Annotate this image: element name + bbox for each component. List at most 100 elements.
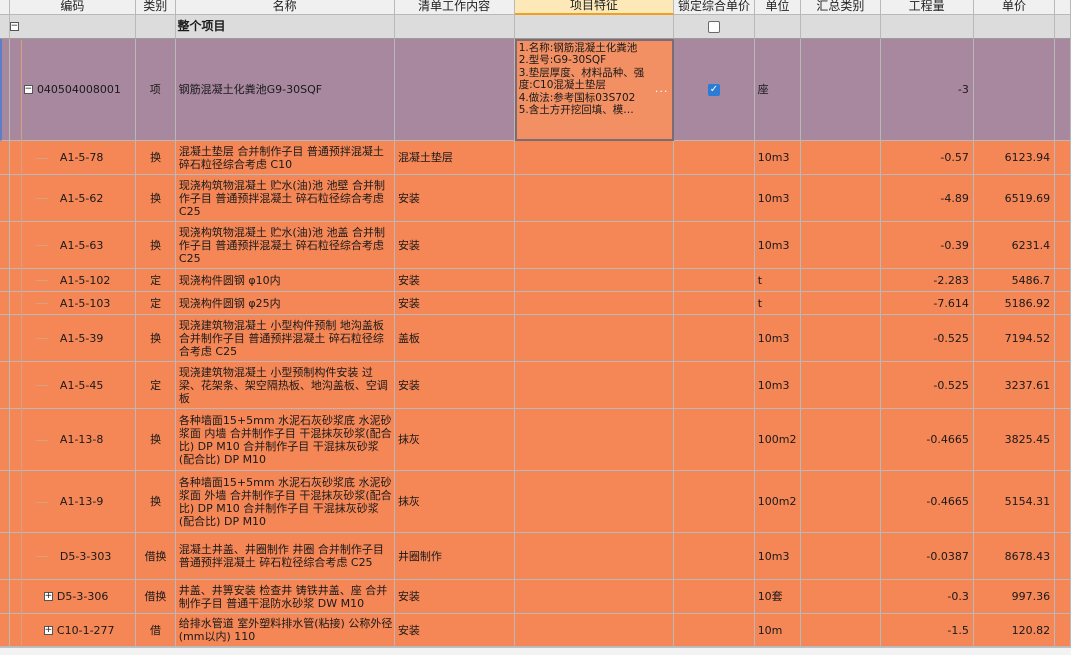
item-spec[interactable] — [514, 580, 675, 614]
item-price[interactable]: 3237.61 — [973, 362, 1056, 409]
table-row[interactable]: A1-13-8 换各种墙面15+5mm 水泥石灰砂浆底 水泥砂浆面 内墙 合并制作… — [0, 409, 1071, 471]
item-quantity[interactable]: -0.39 — [880, 222, 974, 269]
item-work[interactable]: 安装 — [394, 269, 515, 292]
item-work[interactable]: 安装 — [394, 580, 515, 614]
item-name[interactable]: 给排水管道 室外塑料排水管(粘接) 公称外径(mm以内) 110 — [175, 614, 395, 647]
main-name[interactable]: 钢筋混凝土化粪池G9-30SQF — [175, 39, 395, 141]
main-quantity[interactable]: -3 — [880, 39, 974, 141]
table-row[interactable]: + C10-1-277 借给排水管道 室外塑料排水管(粘接) 公称外径(mm以内) … — [0, 614, 1071, 647]
item-work[interactable]: 盖板 — [394, 315, 515, 362]
item-quantity[interactable]: -0.525 — [880, 315, 974, 362]
item-name[interactable]: 现浇构筑物混凝土 贮水(油)池 池盖 合并制作子目 普通预拌混凝土 碎石粒径综合… — [175, 222, 395, 269]
header-unit[interactable]: 单位 — [754, 0, 802, 15]
group-lock-checkbox[interactable] — [707, 20, 720, 33]
table-row[interactable]: A1-5-102 定现浇构件圆钢 φ10内 安装 t -2.283 5486.7 — [0, 269, 1071, 292]
item-spec[interactable] — [514, 409, 675, 471]
item-name[interactable]: 现浇构筑物混凝土 贮水(油)池 池壁 合并制作子目 普通预拌混凝土 碎石粒径综合… — [175, 175, 395, 222]
item-quantity[interactable]: -4.89 — [880, 175, 974, 222]
item-price[interactable]: 5186.92 — [973, 292, 1056, 315]
table-row[interactable]: A1-5-103 定现浇构件圆钢 φ25内 安装 t -7.614 5186.92 — [0, 292, 1071, 315]
item-work[interactable]: 安装 — [394, 222, 515, 269]
horizontal-scrollbar[interactable] — [0, 647, 1071, 655]
item-work[interactable]: 井圈制作 — [394, 533, 515, 580]
item-spec[interactable] — [514, 362, 675, 409]
item-spec[interactable] — [514, 471, 675, 533]
item-work[interactable]: 抹灰 — [394, 409, 515, 471]
header-quantity[interactable]: 工程量 — [880, 0, 974, 15]
table-row[interactable]: A1-5-45 定现浇建筑物混凝土 小型预制构件安装 过梁、花架条、架空隔热板、地… — [0, 362, 1071, 409]
item-name[interactable]: 现浇构件圆钢 φ10内 — [175, 269, 395, 292]
main-item-row[interactable]: − 040504008001 项 钢筋混凝土化粪池G9-30SQF 1.名称:钢… — [0, 39, 1071, 141]
item-spec[interactable] — [514, 292, 675, 315]
main-spec-cell[interactable]: 1.名称:钢筋混凝土化粪池 2.型号:G9-30SQF 3.垫层厚度、材料品种、… — [514, 39, 675, 141]
table-row[interactable]: A1-5-39 换现浇建筑物混凝土 小型构件预制 地沟盖板 合并制作子目 普通预拌… — [0, 315, 1071, 362]
header-type[interactable]: 类别 — [135, 0, 176, 15]
item-quantity[interactable]: -1.5 — [880, 614, 974, 647]
table-row[interactable]: A1-5-63 换现浇构筑物混凝土 贮水(油)池 池盖 合并制作子目 普通预拌混凝… — [0, 222, 1071, 269]
item-name[interactable]: 井盖、井箅安装 检查井 铸铁井盖、座 合并制作子目 普通干混防水砂浆 DW M1… — [175, 580, 395, 614]
item-price[interactable]: 120.82 — [973, 614, 1056, 647]
item-work[interactable]: 安装 — [394, 175, 515, 222]
item-quantity[interactable]: -7.614 — [880, 292, 974, 315]
main-work[interactable] — [394, 39, 515, 141]
item-quantity[interactable]: -0.4665 — [880, 409, 974, 471]
collapse-icon[interactable]: − — [23, 85, 33, 94]
collapse-icon[interactable]: − — [9, 22, 19, 31]
item-spec[interactable] — [514, 141, 675, 175]
item-price[interactable]: 5154.31 — [973, 471, 1056, 533]
item-work[interactable]: 混凝土垫层 — [394, 141, 515, 175]
item-name[interactable]: 各种墙面15+5mm 水泥石灰砂浆底 水泥砂浆面 外墙 合并制作子目 干混抹灰砂… — [175, 471, 395, 533]
header-code[interactable]: 编码 — [9, 0, 136, 15]
item-quantity[interactable]: -0.3 — [880, 580, 974, 614]
item-price[interactable]: 6231.4 — [973, 222, 1056, 269]
item-name[interactable]: 现浇构件圆钢 φ25内 — [175, 292, 395, 315]
item-quantity[interactable]: -0.57 — [880, 141, 974, 175]
table-row[interactable]: + D5-3-306 借换 井盖、井箅安装 检查井 铸铁井盖、座 合并制作子目 普通干… — [0, 580, 1071, 614]
item-price[interactable]: 6519.69 — [973, 175, 1056, 222]
item-quantity[interactable]: -0.525 — [880, 362, 974, 409]
item-price[interactable]: 5486.7 — [973, 269, 1056, 292]
item-spec[interactable] — [514, 222, 675, 269]
header-summary-type[interactable]: 汇总类别 — [801, 0, 881, 15]
item-name[interactable]: 混凝土垫层 合并制作子目 普通预拌混凝土 碎石粒径综合考虑 C10 — [175, 141, 395, 175]
item-name[interactable]: 混凝土井盖、井圈制作 井圈 合并制作子目 普通预拌混凝土 碎石粒径综合考虑 C2… — [175, 533, 395, 580]
item-spec[interactable] — [514, 315, 675, 362]
item-name[interactable]: 现浇建筑物混凝土 小型预制构件安装 过梁、花架条、架空隔热板、地沟盖板、空调板 — [175, 362, 395, 409]
header-work[interactable]: 清单工作内容 — [394, 0, 515, 15]
item-spec[interactable] — [514, 533, 675, 580]
header-price[interactable]: 单价 — [973, 0, 1056, 15]
item-name[interactable]: 现浇建筑物混凝土 小型构件预制 地沟盖板 合并制作子目 普通预拌混凝土 碎石粒径… — [175, 315, 395, 362]
item-work[interactable]: 安装 — [394, 614, 515, 647]
header-spec[interactable]: 项目特征 — [514, 0, 675, 15]
item-price[interactable]: 997.36 — [973, 580, 1056, 614]
item-work[interactable]: 安装 — [394, 362, 515, 409]
item-price[interactable]: 8678.43 — [973, 533, 1056, 580]
item-price[interactable]: 7194.52 — [973, 315, 1056, 362]
header-name[interactable]: 名称 — [175, 0, 395, 15]
item-quantity[interactable]: -0.4665 — [880, 471, 974, 533]
table-row[interactable]: A1-13-9 换各种墙面15+5mm 水泥石灰砂浆底 水泥砂浆面 外墙 合并制作… — [0, 471, 1071, 533]
item-lock — [674, 292, 755, 315]
group-row[interactable]: − 整个项目 — [0, 15, 1071, 39]
item-quantity[interactable]: -0.0387 — [880, 533, 974, 580]
item-spec[interactable] — [514, 614, 675, 647]
table-row[interactable]: A1-5-78 换混凝土垫层 合并制作子目 普通预拌混凝土 碎石粒径综合考虑 C1… — [0, 141, 1071, 175]
item-price[interactable]: 3825.45 — [973, 409, 1056, 471]
table-row[interactable]: D5-3-303 借换 混凝土井盖、井圈制作 井圈 合并制作子目 普通预拌混凝土 碎… — [0, 533, 1071, 580]
expand-icon[interactable]: + — [43, 592, 53, 601]
header-lock-price[interactable]: 锁定综合单价 — [674, 0, 755, 15]
more-icon[interactable]: ··· — [655, 85, 669, 98]
item-code-cell: + C10-1-277 — [9, 614, 137, 647]
item-work[interactable]: 安装 — [394, 292, 515, 315]
item-spec[interactable] — [514, 269, 675, 292]
expand-icon[interactable]: + — [43, 625, 53, 635]
item-price[interactable]: 6123.94 — [973, 141, 1056, 175]
table-row[interactable]: A1-5-62 换现浇构筑物混凝土 贮水(油)池 池壁 合并制作子目 普通预拌混凝… — [0, 175, 1071, 222]
item-name[interactable]: 各种墙面15+5mm 水泥石灰砂浆底 水泥砂浆面 内墙 合并制作子目 干混抹灰砂… — [175, 409, 395, 471]
item-quantity[interactable]: -2.283 — [880, 269, 974, 292]
item-work[interactable]: 抹灰 — [394, 471, 515, 533]
main-lock-cell: ✓ — [674, 39, 755, 141]
check-icon[interactable]: ✓ — [708, 83, 720, 96]
item-spec[interactable] — [514, 175, 675, 222]
item-type: 定 — [136, 292, 176, 315]
